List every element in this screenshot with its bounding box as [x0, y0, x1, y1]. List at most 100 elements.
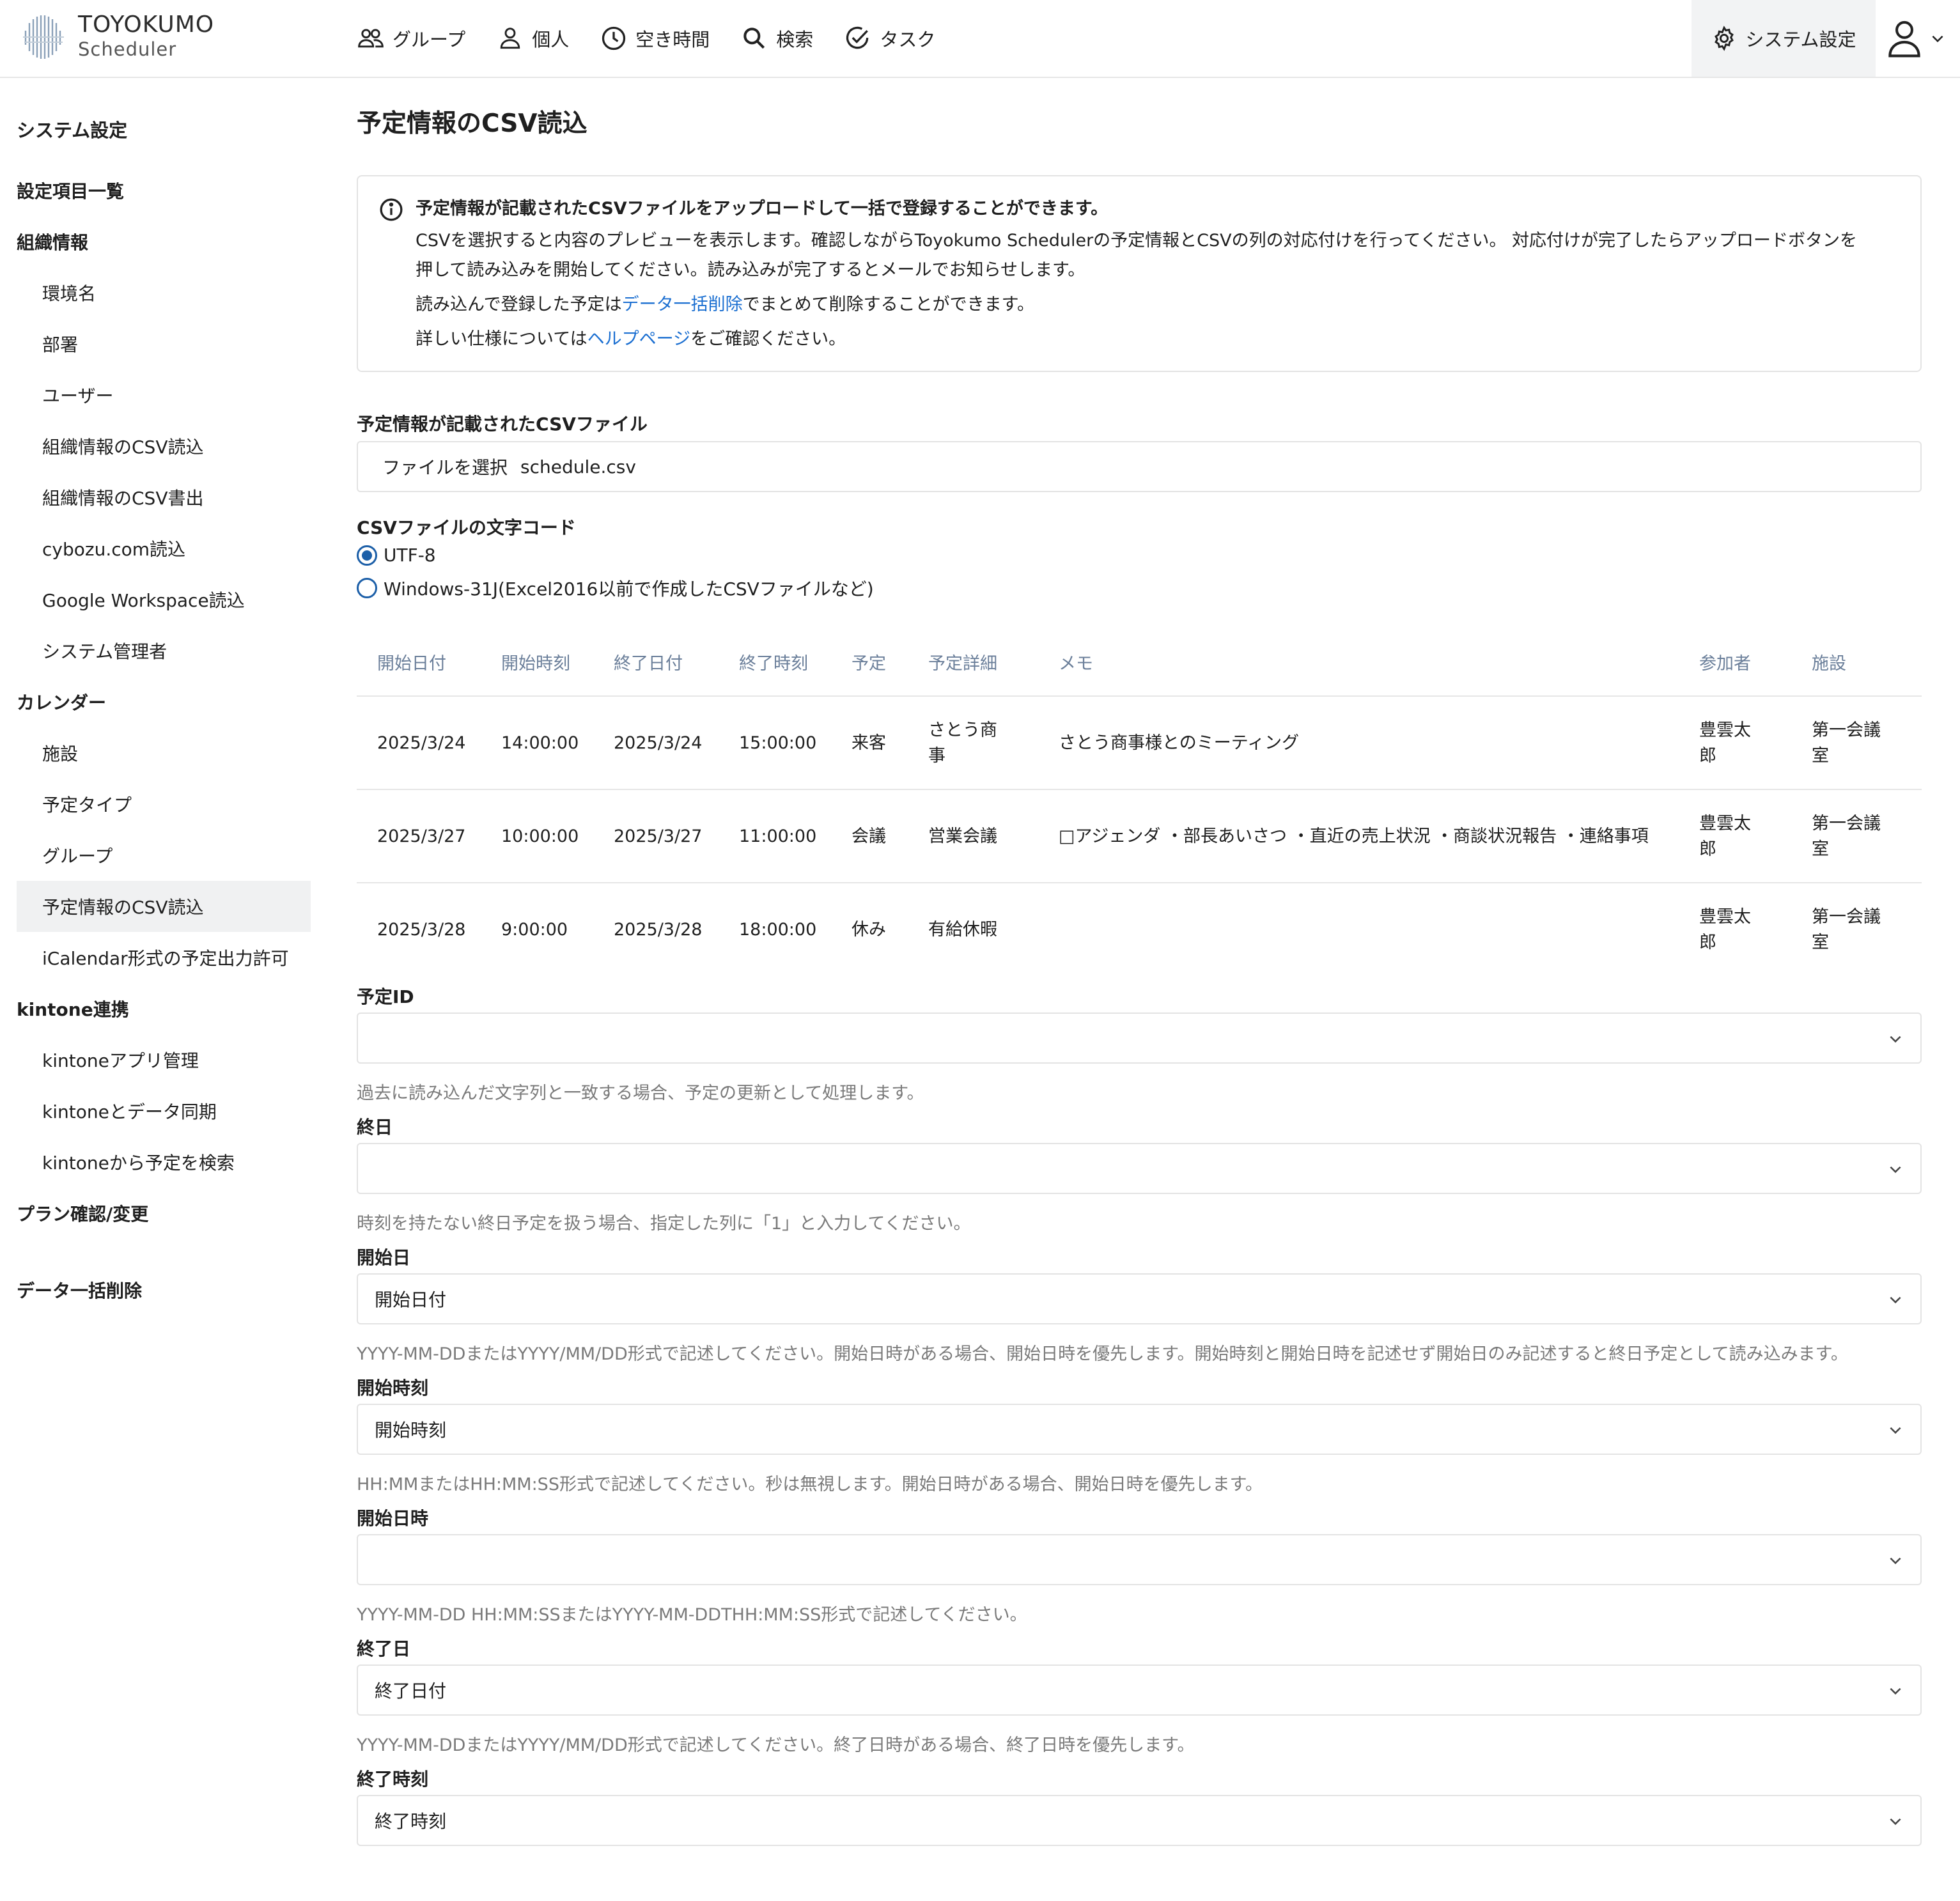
- sidebar-item-kintone-search[interactable]: kintoneから予定を検索: [17, 1137, 311, 1188]
- select-event-id[interactable]: [357, 1013, 1922, 1064]
- table-header: 終了時刻: [739, 653, 808, 674]
- sidebar-item-facilities[interactable]: 施設: [17, 727, 311, 779]
- sidebar-item-calendar: カレンダー: [17, 692, 107, 713]
- chevron-down-icon: [1890, 1818, 1901, 1826]
- table-cell: 来客: [852, 733, 886, 753]
- table-cell: 有給休暇: [928, 920, 997, 940]
- info-line: 詳しい仕様についてはヘルプページをご確認ください。: [416, 325, 846, 350]
- select-value: 終了時刻: [375, 1811, 447, 1832]
- user-menu-button[interactable]: [1886, 13, 1956, 64]
- table-cell: 豊雲太郎: [1699, 907, 1751, 952]
- sidebar-item-departments[interactable]: 部署: [17, 318, 311, 369]
- top-header: TOYOKUMO Scheduler グループ 個人 空き時間 検索 タスク シ…: [0, 0, 1960, 78]
- choose-file-button[interactable]: ファイルを選択: [382, 454, 508, 479]
- encoding-option-windows31j[interactable]: Windows-31J(Excel2016以前で作成したCSVファイルなど): [357, 575, 874, 601]
- radio-checked[interactable]: [357, 545, 377, 566]
- system-settings-button[interactable]: システム設定: [1692, 0, 1876, 77]
- chevron-down-icon: [1890, 1557, 1901, 1565]
- select-end-date[interactable]: 終了日付: [357, 1664, 1922, 1716]
- table-cell: 第一会議室: [1812, 814, 1881, 859]
- sidebar-title: システム設定: [17, 120, 128, 141]
- logo-title: TOYOKUMO: [78, 12, 215, 38]
- table-header: メモ: [1059, 653, 1093, 674]
- radio-label: Windows-31J(Excel2016以前で作成したCSVファイルなど): [384, 578, 874, 600]
- sidebar-item-icalendar-export[interactable]: iCalendar形式の予定出力許可: [17, 932, 311, 983]
- sidebar-item-google-workspace-import[interactable]: Google Workspace読込: [17, 574, 311, 625]
- help-page-link[interactable]: ヘルプページ: [587, 329, 690, 349]
- person-icon: [501, 27, 520, 49]
- nav-label: 個人: [532, 29, 570, 50]
- table-row: 2025/3/28 9:00:00 2025/3/28 18:00:00 休み …: [357, 882, 1922, 975]
- page-title: 予定情報のCSV読込: [357, 109, 587, 138]
- sidebar-item-users[interactable]: ユーザー: [17, 369, 311, 421]
- sidebar-item-event-types[interactable]: 予定タイプ: [17, 779, 311, 830]
- info-box: 予定情報が記載されたCSVファイルをアップロードして一括で登録することができます…: [357, 175, 1922, 372]
- table-header: 予定詳細: [928, 653, 997, 674]
- field-label-start-datetime: 開始日時: [357, 1508, 429, 1529]
- field-label-all-day: 終日: [357, 1117, 393, 1138]
- table-cell: □アジェンダ ・部長あいさつ ・直近の売上状況 ・商談状況報告 ・連絡事項: [1059, 826, 1649, 846]
- nav-search[interactable]: 検索: [740, 24, 813, 52]
- sidebar-item-org-csv-export[interactable]: 組織情報のCSV書出: [17, 472, 311, 523]
- nav-group[interactable]: グループ: [357, 24, 465, 52]
- radio-unchecked[interactable]: [357, 578, 377, 598]
- table-cell: 2025/3/27: [377, 826, 466, 846]
- sidebar-item-environment-name[interactable]: 環境名: [17, 267, 311, 318]
- table-cell: 営業会議: [928, 826, 997, 846]
- table-header: 施設: [1812, 653, 1846, 674]
- sidebar-item-groups[interactable]: グループ: [17, 830, 311, 881]
- encoding-label: CSVファイルの文字コード: [357, 517, 576, 538]
- encoding-option-utf8[interactable]: UTF-8: [357, 545, 436, 566]
- chevron-down-icon: [1932, 35, 1943, 43]
- nav-personal[interactable]: 個人: [496, 24, 569, 52]
- sidebar-item-cybozu-import[interactable]: cybozu.com読込: [17, 523, 311, 574]
- logo-mark-icon: [23, 15, 64, 59]
- table-cell: 第一会議室: [1812, 907, 1881, 952]
- sidebar-item-kintone-sync[interactable]: kintoneとデータ同期: [17, 1085, 311, 1137]
- info-text: 読み込んで登録した予定は: [416, 295, 622, 314]
- table-cell: 2025/3/28: [614, 920, 703, 940]
- sidebar-item-settings-list[interactable]: 設定項目一覧: [17, 165, 311, 216]
- nav-free-time[interactable]: 空き時間: [600, 24, 710, 52]
- field-label-event-id: 予定ID: [357, 986, 414, 1007]
- csv-file-label: 予定情報が記載されたCSVファイル: [357, 414, 648, 435]
- sidebar-item-plan[interactable]: プラン確認/変更: [17, 1188, 311, 1239]
- chevron-down-icon: [1890, 1296, 1901, 1304]
- field-hint: YYYY-MM-DD HH:MM:SSまたはYYYY-MM-DDTHH:MM:S…: [357, 1605, 1027, 1625]
- nav-task[interactable]: タスク: [844, 24, 935, 52]
- table-cell: 第一会議室: [1812, 720, 1881, 766]
- select-end-time[interactable]: 終了時刻: [357, 1795, 1922, 1846]
- table-cell: 休み: [852, 920, 886, 940]
- table-cell: 2025/3/28: [377, 920, 466, 940]
- sidebar-item-system-admins[interactable]: システム管理者: [17, 625, 311, 676]
- app-logo[interactable]: TOYOKUMO Scheduler: [20, 12, 238, 63]
- table-cell: 9:00:00: [501, 920, 568, 940]
- select-start-time[interactable]: 開始時刻: [357, 1404, 1922, 1455]
- field-label-end-time: 終了時刻: [357, 1769, 429, 1790]
- bulk-delete-link[interactable]: データ一括削除: [622, 295, 743, 314]
- select-start-datetime[interactable]: [357, 1534, 1922, 1585]
- sidebar-item-bulk-delete[interactable]: データ一括削除: [17, 1264, 311, 1315]
- select-all-day[interactable]: [357, 1143, 1922, 1194]
- info-icon: [380, 198, 403, 221]
- sidebar-item-kintone-apps[interactable]: kintoneアプリ管理: [17, 1034, 311, 1085]
- table-cell: 2025/3/27: [614, 826, 703, 846]
- sidebar-item-org-csv-import[interactable]: 組織情報のCSV読込: [17, 421, 311, 472]
- sidebar-item-event-csv-import[interactable]: 予定情報のCSV読込: [17, 881, 311, 932]
- sidebar-item-organization: 組織情報: [17, 232, 89, 253]
- logo-subtitle: Scheduler: [78, 38, 177, 60]
- table-row: 2025/3/24 14:00:00 2025/3/24 15:00:00 来客…: [357, 695, 1922, 789]
- table-header: 開始日付: [377, 653, 446, 674]
- clock-icon: [602, 26, 626, 50]
- nav-label: 検索: [776, 29, 814, 50]
- select-start-date[interactable]: 開始日付: [357, 1273, 1922, 1324]
- info-text: 詳しい仕様については: [416, 329, 587, 349]
- sidebar-item-kintone: kintone連携: [17, 999, 129, 1020]
- table-cell: さとう商事様とのミーティング: [1059, 733, 1300, 753]
- field-hint: 時刻を持たない終日予定を扱う場合、指定した列に「1」と入力してください。: [357, 1214, 971, 1234]
- main-nav: グループ 個人 空き時間 検索 タスク: [357, 0, 935, 77]
- csv-file-input[interactable]: ファイルを選択 schedule.csv: [357, 441, 1922, 492]
- table-cell: [1059, 883, 1672, 977]
- nav-label: 空き時間: [635, 29, 710, 50]
- chevron-down-icon: [1890, 1688, 1901, 1695]
